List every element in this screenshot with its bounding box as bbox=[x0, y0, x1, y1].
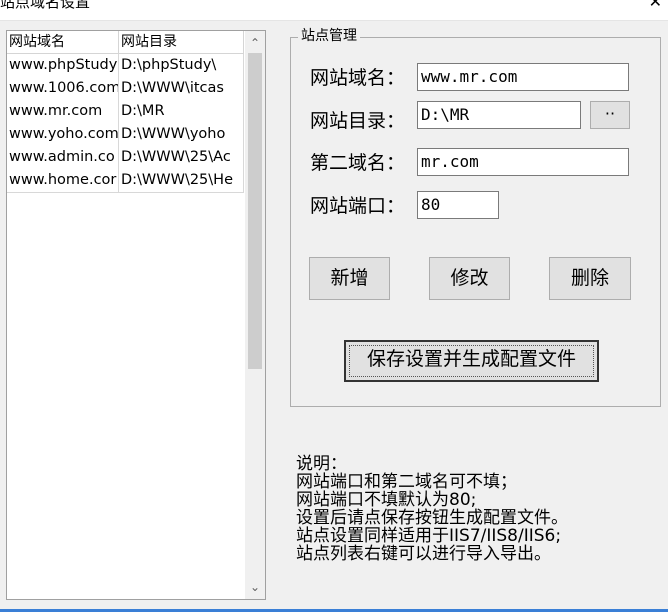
chevron-up-icon[interactable]: ⌃ bbox=[245, 33, 265, 53]
table-row[interactable]: www.phpStudy D:\phpStudy\ bbox=[7, 54, 244, 77]
window-title: 站点域名设置 bbox=[0, 0, 91, 11]
column-header-directory[interactable]: 网站目录 bbox=[119, 31, 244, 53]
directory-label: 网站目录： bbox=[310, 110, 406, 132]
site-manage-legend: 站点管理 bbox=[298, 27, 360, 45]
row-directory: D:\phpStudy\ bbox=[119, 54, 244, 77]
browse-button[interactable]: ·· bbox=[590, 101, 630, 129]
save-config-button[interactable]: 保存设置并生成配置文件 bbox=[344, 340, 599, 382]
table-row[interactable]: www.admin.co D:\WWW\25\Ac bbox=[7, 146, 244, 169]
chevron-down-icon[interactable]: ⌄ bbox=[245, 577, 265, 597]
note-line: 网站端口不填默认为80; bbox=[296, 490, 477, 510]
domain-label: 网站域名： bbox=[310, 67, 406, 89]
row-domain: www.admin.co bbox=[7, 146, 119, 169]
row-directory: D:\WWW\yoho bbox=[119, 123, 244, 146]
note-line: 网站端口和第二域名可不填； bbox=[296, 472, 517, 492]
directory-input[interactable]: D:\MR bbox=[417, 101, 581, 129]
note-line: 站点设置同样适用于IIS7/IIS8/IIS6; bbox=[296, 526, 562, 546]
delete-button[interactable]: 删除 bbox=[549, 257, 631, 300]
save-config-label: 保存设置并生成配置文件 bbox=[366, 348, 576, 370]
rows-divider bbox=[7, 192, 244, 193]
notes: 说明： 网站端口和第二域名可不填； 网站端口不填默认为80; 设置后请点保存按钮… bbox=[296, 455, 568, 563]
column-header-domain[interactable]: 网站域名 bbox=[7, 31, 119, 53]
row-domain: www.phpStudy bbox=[7, 54, 119, 77]
add-button[interactable]: 新增 bbox=[309, 257, 390, 300]
site-list[interactable]: 网站域名 网站目录 www.phpStudy D:\phpStudy\ www.… bbox=[6, 30, 266, 600]
domain-input[interactable]: www.mr.com bbox=[417, 63, 629, 91]
row-domain: www.yoho.com bbox=[7, 123, 119, 146]
table-row[interactable]: www.mr.com D:\MR bbox=[7, 100, 244, 123]
title-bar: 站点域名设置 ✕ bbox=[0, 0, 668, 21]
table-row[interactable]: www.yoho.com D:\WWW\yoho bbox=[7, 123, 244, 146]
note-heading: 说明： bbox=[296, 454, 347, 474]
port-label: 网站端口： bbox=[310, 195, 406, 217]
row-domain: www.1006.com bbox=[7, 77, 119, 100]
table-row[interactable]: www.1006.com D:\WWW\itcas bbox=[7, 77, 244, 100]
scroll-thumb[interactable] bbox=[248, 53, 262, 369]
close-icon[interactable]: ✕ bbox=[649, 0, 662, 12]
note-line: 设置后请点保存按钮生成配置文件。 bbox=[296, 508, 568, 528]
row-domain: www.home.cor bbox=[7, 169, 119, 192]
row-directory: D:\WWW\25\Ac bbox=[119, 146, 244, 169]
row-domain: www.mr.com bbox=[7, 100, 119, 123]
table-row[interactable]: www.home.cor D:\WWW\25\He bbox=[7, 169, 244, 192]
site-list-header: 网站域名 网站目录 bbox=[7, 31, 244, 54]
vertical-scrollbar[interactable]: ⌃ ⌄ bbox=[245, 31, 265, 599]
row-directory: D:\WWW\itcas bbox=[119, 77, 244, 100]
second-domain-label: 第二域名： bbox=[310, 152, 406, 174]
site-list-rows: www.phpStudy D:\phpStudy\ www.1006.com D… bbox=[7, 54, 244, 193]
edit-button[interactable]: 修改 bbox=[429, 257, 510, 300]
row-directory: D:\MR bbox=[119, 100, 244, 123]
note-line: 站点列表右键可以进行导入导出。 bbox=[296, 544, 551, 564]
second-domain-input[interactable]: mr.com bbox=[417, 148, 629, 176]
port-input[interactable]: 80 bbox=[417, 191, 499, 219]
row-directory: D:\WWW\25\He bbox=[119, 169, 244, 192]
